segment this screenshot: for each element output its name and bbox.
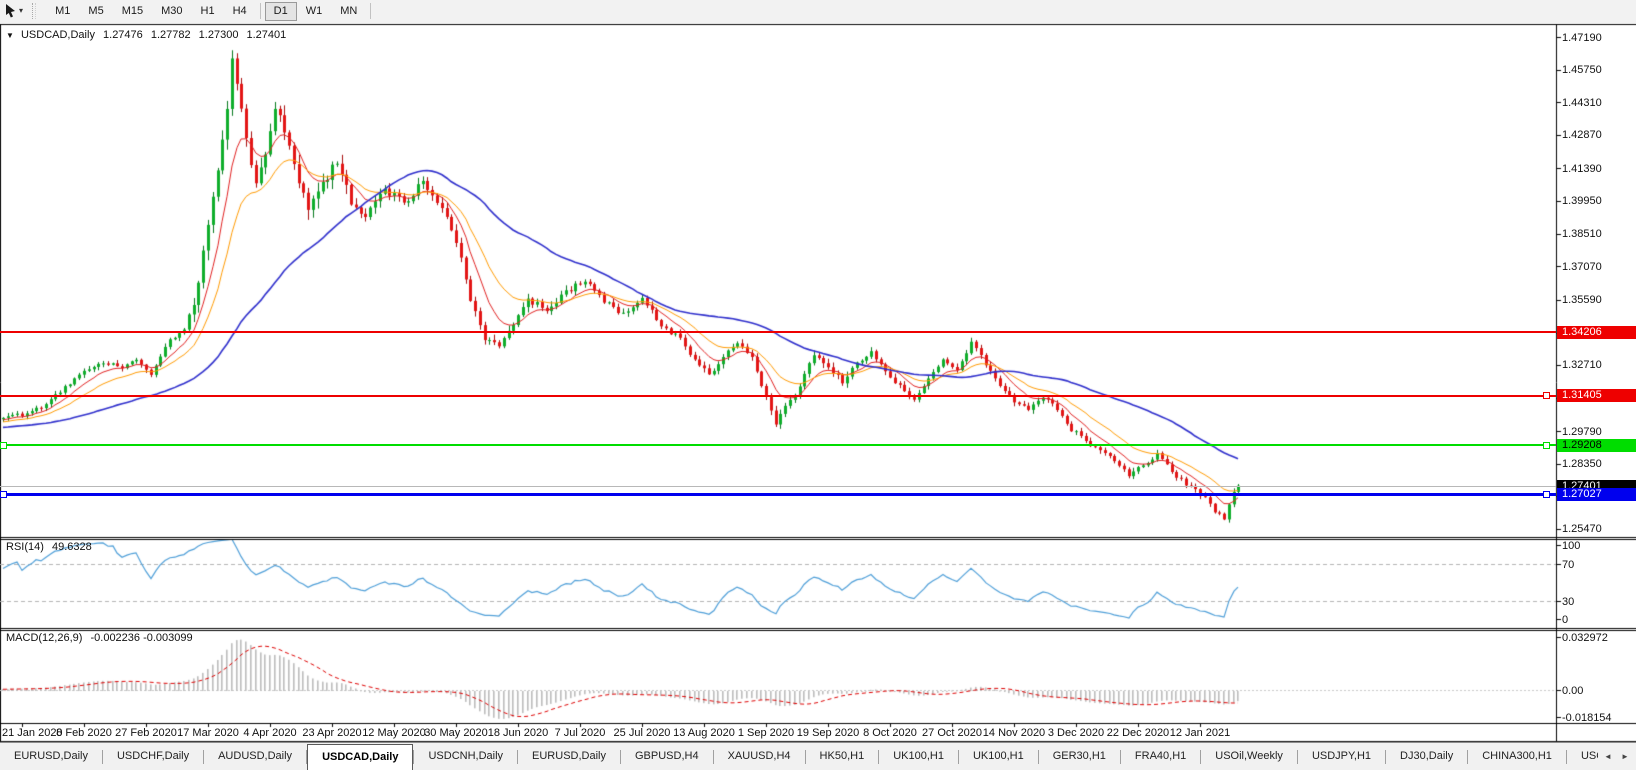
tab-usdchf-daily[interactable]: USDCHF,Daily bbox=[103, 743, 203, 769]
macd-values: -0.002236 -0.003099 bbox=[90, 632, 193, 644]
tab-usoil-[interactable]: USOil, bbox=[1567, 743, 1598, 769]
timeframe-button-m1[interactable]: M1 bbox=[46, 2, 79, 21]
chart-title: ▼ USDCAD,Daily 1.27476 1.27782 1.27300 1… bbox=[6, 29, 291, 41]
tabs-scroll-left-icon[interactable]: ◄ bbox=[1600, 749, 1616, 765]
price-tick-label: 1.25470 bbox=[1562, 523, 1602, 535]
tab-uk100-h1[interactable]: UK100,H1 bbox=[879, 743, 958, 769]
toolbar-separator bbox=[370, 3, 372, 19]
price-tick-label: 1.41390 bbox=[1562, 163, 1602, 175]
price-badge: 1.29208 bbox=[1557, 439, 1636, 452]
rsi-value: 49.6328 bbox=[51, 541, 92, 553]
price-badge: 1.27027 bbox=[1557, 488, 1636, 501]
price-tick-label: 1.47190 bbox=[1562, 32, 1602, 44]
timeframe-button-d1[interactable]: D1 bbox=[264, 2, 297, 21]
tab-fra40-h1[interactable]: FRA40,H1 bbox=[1121, 743, 1200, 769]
timeframe-button-h1[interactable]: H1 bbox=[192, 2, 224, 21]
price-badge: 1.31405 bbox=[1557, 389, 1636, 402]
price-tick-label: 1.37070 bbox=[1562, 261, 1602, 273]
toolbar: ▾ M1 M5 M15 M30 H1 H4 D1 W1 MN bbox=[0, 0, 1636, 23]
toolbar-separator bbox=[259, 3, 261, 19]
macd-scale-label: -0.018154 bbox=[1562, 711, 1612, 724]
timeframe-button-m15[interactable]: M15 bbox=[113, 2, 152, 21]
price-tick-label: 1.38510 bbox=[1562, 228, 1602, 240]
tab-gbpusd-h4[interactable]: GBPUSD,H4 bbox=[621, 743, 713, 769]
price-badge: 1.34206 bbox=[1557, 326, 1636, 339]
tab-eurusd-daily[interactable]: EURUSD,Daily bbox=[518, 743, 620, 769]
timeframe-button-h4[interactable]: H4 bbox=[224, 2, 256, 21]
price-tick-label: 1.45750 bbox=[1562, 64, 1602, 76]
ohlc-high: 1.27782 bbox=[150, 29, 191, 41]
ohlc-open: 1.27476 bbox=[103, 29, 143, 41]
rsi-scale-label: 100 bbox=[1562, 539, 1581, 552]
tab-hk50-h1[interactable]: HK50,H1 bbox=[806, 743, 879, 769]
chart-symbol: USDCAD,Daily bbox=[20, 29, 95, 41]
tab-eurusd-daily[interactable]: EURUSD,Daily bbox=[0, 743, 102, 769]
ohlc-close: 1.27401 bbox=[246, 29, 287, 41]
macd-label: MACD(12,26,9) -0.002236 -0.003099 bbox=[6, 632, 193, 644]
rsi-scale-label: 0 bbox=[1562, 613, 1569, 626]
tab-usdcad-daily[interactable]: USDCAD,Daily bbox=[307, 744, 414, 770]
chart-canvas[interactable] bbox=[0, 0, 1636, 770]
horizontal-line-support[interactable] bbox=[0, 444, 1556, 446]
price-tick-label: 1.28350 bbox=[1562, 458, 1602, 470]
rsi-scale-label: 70 bbox=[1562, 558, 1575, 571]
tabs-scroll-right-icon[interactable]: ► bbox=[1617, 749, 1633, 765]
tab-usdcnh-daily[interactable]: USDCNH,Daily bbox=[414, 743, 517, 769]
macd-name: MACD(12,26,9) bbox=[6, 632, 83, 644]
timeframe-button-m30[interactable]: M30 bbox=[152, 2, 191, 21]
line-anchor-marker[interactable] bbox=[1543, 392, 1550, 399]
macd-scale-label: 0.032972 bbox=[1562, 631, 1608, 644]
horizontal-line-resistance[interactable] bbox=[0, 331, 1556, 333]
tab-uk100-h1[interactable]: UK100,H1 bbox=[959, 743, 1038, 769]
price-tick-label: 1.44310 bbox=[1562, 97, 1602, 109]
horizontal-line-resistance[interactable] bbox=[0, 395, 1556, 397]
price-tick-label: 1.35590 bbox=[1562, 294, 1602, 306]
chart-tabs: EURUSD,Daily USDCHF,Daily AUDUSD,Daily USDC… bbox=[0, 743, 1598, 771]
ohlc-low: 1.27300 bbox=[198, 29, 239, 41]
timeframe-buttons: M1 M5 M15 M30 H1 H4 D1 W1 MN bbox=[46, 0, 375, 21]
price-tick-label: 1.39950 bbox=[1562, 195, 1602, 207]
tab-audusd-daily[interactable]: AUDUSD,Daily bbox=[204, 743, 306, 769]
chart-tab-bar: EURUSD,Daily USDCHF,Daily AUDUSD,Daily USDC… bbox=[0, 742, 1636, 770]
tab-china300-h1[interactable]: CHINA300,H1 bbox=[1468, 743, 1566, 769]
tab-usoil-weekly[interactable]: USOil,Weekly bbox=[1201, 743, 1297, 769]
timeframe-button-w1[interactable]: W1 bbox=[297, 2, 332, 21]
line-anchor-marker[interactable] bbox=[0, 491, 7, 498]
price-tick-label: 1.29790 bbox=[1562, 426, 1602, 438]
rsi-name: RSI(14) bbox=[6, 541, 44, 553]
line-anchor-marker[interactable] bbox=[1543, 442, 1550, 449]
cursor-tool-caret-icon[interactable]: ▾ bbox=[19, 6, 23, 15]
toolbar-grip bbox=[32, 3, 37, 19]
horizontal-line-support[interactable] bbox=[0, 493, 1556, 496]
line-anchor-marker[interactable] bbox=[1543, 491, 1550, 498]
tab-usdjpy-h1[interactable]: USDJPY,H1 bbox=[1298, 743, 1385, 769]
date-tick-label: 12 Jan 2021 bbox=[1169, 727, 1231, 739]
price-tick-label: 1.42870 bbox=[1562, 129, 1602, 141]
timeframe-button-m5[interactable]: M5 bbox=[79, 2, 112, 21]
rsi-label: RSI(14) 49.6328 bbox=[6, 541, 92, 553]
line-anchor-marker[interactable] bbox=[0, 442, 7, 449]
tab-ger30-h1[interactable]: GER30,H1 bbox=[1039, 743, 1120, 769]
horizontal-line-bid-line[interactable] bbox=[0, 486, 1556, 487]
mt4-window: ▾ M1 M5 M15 M30 H1 H4 D1 W1 MN ▼ USDCAD,Daily 1.… bbox=[0, 0, 1636, 770]
rsi-scale-label: 30 bbox=[1562, 595, 1575, 608]
macd-scale-label: 0.00 bbox=[1562, 684, 1584, 697]
tab-xauusd-h4[interactable]: XAUUSD,H4 bbox=[714, 743, 805, 769]
symbol-marker-icon: ▼ bbox=[6, 31, 14, 40]
price-tick-label: 1.32710 bbox=[1562, 359, 1602, 371]
timeframe-button-mn[interactable]: MN bbox=[331, 2, 366, 21]
tab-dj30-daily[interactable]: DJ30,Daily bbox=[1386, 743, 1467, 769]
cursor-tool-icon[interactable] bbox=[4, 3, 17, 21]
